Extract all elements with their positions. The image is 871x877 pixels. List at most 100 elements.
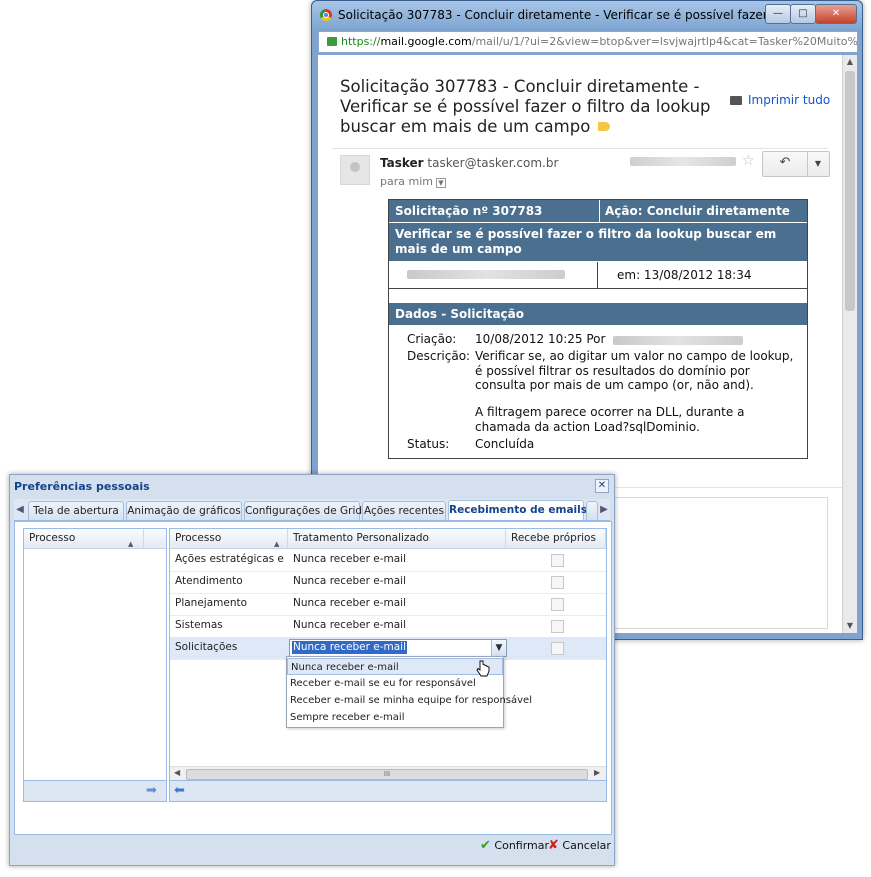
row-processo: Atendimento [175,575,243,587]
hand-cursor-icon [476,660,490,677]
tratamento-combobox[interactable]: Nunca receber e-mail ▼ [289,639,507,657]
minimize-button[interactable]: — [765,4,791,24]
row-tratamento[interactable]: Nunca receber e-mail [288,549,506,571]
recebe-proprios-checkbox[interactable] [551,554,564,567]
left-grid-header: Processo ▲ [24,529,166,549]
url-path: /mail/u/1/?ui=2&view=btop&ver=lsvjwajrtl… [471,35,858,48]
grid-toolbar: ⬅ [170,780,606,801]
maximize-button[interactable]: □ [790,4,816,24]
left-grid-toolbar: ➡ [24,780,166,801]
sender: Tasker tasker@tasker.com.br [380,156,558,170]
chevron-down-icon[interactable]: ▼ [491,640,506,656]
blurred-creator [613,336,743,345]
description-bar: Verificar se é possível fazer o filtro d… [389,223,807,261]
browser-titlebar: Solicitação 307783 - Concluir diretament… [312,1,862,29]
description-label: Descrição: [407,349,471,363]
printer-icon [730,96,742,105]
tab-scroll-left-icon[interactable]: ◀ [14,501,26,519]
left-col-processo[interactable]: Processo ▲ [24,529,144,548]
horizontal-scrollbar[interactable]: ◀ III ▶ [170,766,606,781]
recebe-proprios-checkbox[interactable] [551,598,564,611]
col-processo[interactable]: Processo ▲ [170,529,288,548]
col-recebe-proprios[interactable]: Recebe próprios [506,529,606,548]
tab-configuracoes-de-grid[interactable]: Configurações de Grid [244,501,362,520]
scroll-thumb[interactable] [845,71,855,311]
action-label: Ação: Concluir diretamente [605,204,790,218]
date-value: em: 13/08/2012 18:34 [617,268,752,282]
hscroll-thumb[interactable]: III [186,769,588,780]
scroll-up-icon[interactable]: ▲ [843,55,857,69]
row-tratamento[interactable]: Nunca receber e-mail [288,615,506,637]
dados-title: Dados - Solicitação [395,307,524,321]
creation-value: 10/08/2012 10:25 Por [475,332,606,346]
row-tratamento[interactable]: Nunca receber e-mail [288,593,506,615]
tab-overflow[interactable] [586,501,598,520]
left-process-grid: Processo ▲ ➡ [23,528,167,802]
col-tratamento[interactable]: Tratamento Personalizado [288,529,506,548]
more-options-icon[interactable]: ▼ [808,152,828,176]
dropdown-option[interactable]: Receber e-mail se eu for responsável [287,675,503,692]
cancel-button[interactable]: ✘ Cancelar [548,838,611,853]
dialog-close-button[interactable]: ✕ [595,479,609,493]
dropdown-option[interactable]: Receber e-mail se minha equipe for respo… [287,692,532,709]
details-dropdown-icon[interactable]: ▼ [435,178,446,188]
tab-tela-de-abertura[interactable]: Tela de abertura [28,501,124,520]
table-row[interactable]: Atendimento Nunca receber e-mail [170,571,606,594]
star-icon[interactable]: ☆ [742,153,755,169]
confirm-label: Confirmar [494,839,550,852]
checkmark-icon: ✔ [480,838,491,853]
scroll-grip: III [383,770,391,778]
tab-acoes-recentes[interactable]: Ações recentes [362,501,446,520]
scroll-left-icon[interactable]: ◀ [174,768,180,777]
blurred-date [630,157,736,166]
confirm-button[interactable]: ✔ Confirmar [480,838,549,853]
recebe-proprios-checkbox[interactable] [551,642,564,655]
table-row[interactable]: Ações estratégicas e ... Nunca receber e… [170,549,606,572]
description-text-1: Verificar se, ao digitar um valor no cam… [475,349,794,392]
sort-asc-icon: ▲ [128,540,134,548]
table-row[interactable]: Sistemas Nunca receber e-mail [170,615,606,638]
table-row[interactable]: Planejamento Nunca receber e-mail [170,593,606,616]
scroll-down-icon[interactable]: ▼ [843,619,857,633]
close-button[interactable]: ✕ [815,4,857,24]
tab-recebimento-de-emails[interactable]: Recebimento de emails [448,500,587,520]
blurred-author [407,270,565,279]
row-tratamento[interactable]: Nunca receber e-mail [288,571,506,593]
tab-animacao-de-graficos[interactable]: Animação de gráficos [126,501,242,520]
browser-title: Solicitação 307783 - Concluir diretament… [338,8,778,22]
scroll-right-icon[interactable]: ▶ [594,768,600,777]
tab-scroll-right-icon[interactable]: ▶ [598,501,610,519]
row-processo: Solicitações [175,641,238,653]
row-separator [597,262,598,288]
table-header-bar: Solicitação nº 307783 Ação: Concluir dir… [389,200,807,222]
divider [332,148,828,149]
recipients[interactable]: para mim ▼ [380,175,446,188]
request-number: Solicitação nº 307783 [395,204,543,218]
dados-bar: Dados - Solicitação [389,303,807,325]
address-bar[interactable]: https://mail.google.com/mail/u/1/?ui=2&v… [318,31,858,53]
label-tag-icon[interactable] [598,122,611,131]
dialog-title: Preferências pessoais [14,480,150,493]
print-all-label: Imprimir tudo [748,93,831,107]
tratamento-dropdown-list: Nunca receber e-mail Receber e-mail se e… [286,656,532,728]
email-table: Solicitação nº 307783 Ação: Concluir dir… [388,199,808,459]
move-right-arrow-icon[interactable]: ➡ [146,783,157,798]
print-all-link[interactable]: Imprimir tudo [730,93,830,107]
lock-icon [327,37,337,46]
author-row: em: 13/08/2012 18:34 [389,262,807,289]
row-processo: Sistemas [175,619,223,631]
dropdown-option[interactable]: Sempre receber e-mail [287,709,503,726]
status-value: Concluída [475,437,535,451]
dropdown-option[interactable]: Nunca receber e-mail [287,658,503,675]
status-label: Status: [407,437,450,451]
move-left-arrow-icon[interactable]: ⬅ [174,783,185,798]
reply-button-group[interactable]: ↶ ▼ [762,151,830,177]
row-processo: Planejamento [175,597,248,609]
recebe-proprios-checkbox[interactable] [551,576,564,589]
recebe-proprios-checkbox[interactable] [551,620,564,633]
sender-email: tasker@tasker.com.br [427,156,559,170]
reply-icon[interactable]: ↶ [763,152,808,176]
cancel-label: Cancelar [562,839,611,852]
url-host: mail.google.com [380,35,472,48]
browser-scrollbar[interactable]: ▲ ▼ [842,55,857,633]
